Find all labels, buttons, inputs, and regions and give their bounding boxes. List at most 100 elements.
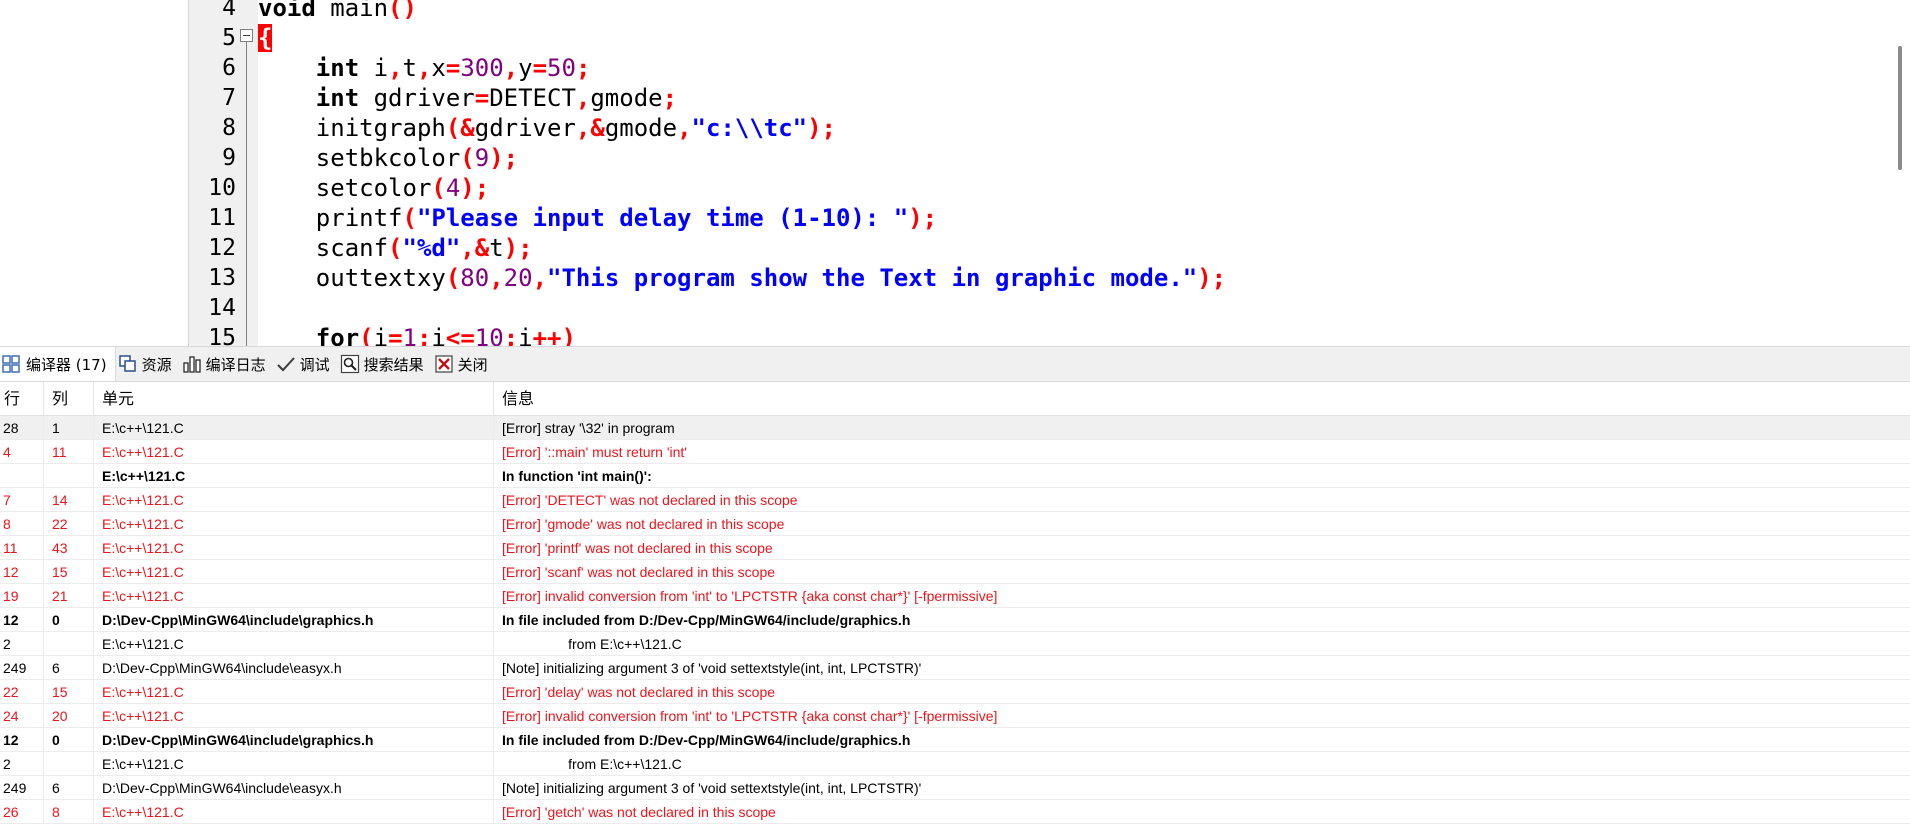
table-row[interactable]: 4 11 E:\c++\121.C [Error] '::main' must … <box>0 440 1910 464</box>
bottom-panel-tabs: 编译器 (17) 资源 编译日志 调试 搜索结果 关闭 <box>0 346 1910 382</box>
row-col: 0 <box>44 608 94 631</box>
code-line: setbkcolor(9); <box>315 144 519 172</box>
row-line: 28 <box>0 416 44 439</box>
code-line: void main() <box>258 0 417 22</box>
row-message: In file included from D:/Dev-Cpp/MinGW64… <box>502 612 911 628</box>
scrollbar-thumb[interactable] <box>1898 46 1902 170</box>
row-message: [Error] invalid conversion from 'int' to… <box>502 708 998 724</box>
row-unit: E:\c++\121.C <box>94 416 494 439</box>
close-icon <box>434 354 454 374</box>
row-unit: E:\c++\121.C <box>94 584 494 607</box>
row-unit: E:\c++\121.C <box>94 632 494 655</box>
editor-vertical-scrollbar[interactable] <box>1888 0 1910 346</box>
table-row[interactable]: 22 15 E:\c++\121.C [Error] 'delay' was n… <box>0 680 1910 704</box>
row-message: [Error] stray '\32' in program <box>502 420 675 436</box>
table-header: 行 列 单元 信息 <box>0 382 1910 416</box>
row-unit: D:\Dev-Cpp\MinGW64\include\graphics.h <box>94 608 494 631</box>
line-number: 5 <box>222 25 236 51</box>
row-line: 12 <box>0 608 44 631</box>
row-unit: E:\c++\121.C <box>94 440 494 463</box>
row-col: 15 <box>44 560 94 583</box>
row-line: 249 <box>0 776 44 799</box>
table-row[interactable]: 28 1 E:\c++\121.C [Error] stray '\32' in… <box>0 416 1910 440</box>
table-row[interactable]: 24 20 E:\c++\121.C [Error] invalid conve… <box>0 704 1910 728</box>
row-unit: E:\c++\121.C <box>94 680 494 703</box>
line-number: 15 <box>208 325 236 346</box>
code-text-area[interactable]: void main() { int i,t,x=300,y=50; int gd… <box>258 0 1888 346</box>
row-line: 249 <box>0 656 44 679</box>
row-col <box>44 632 94 655</box>
code-line: initgraph(&gdriver,&gmode,"c:\\tc"); <box>315 114 837 142</box>
row-message: [Note] initializing argument 3 of 'void … <box>502 780 922 796</box>
table-row[interactable]: 2 E:\c++\121.C from E:\c++\121.C <box>0 752 1910 776</box>
code-line: for(i=1;i<=10;i++) <box>315 324 576 346</box>
bar-chart-icon <box>182 354 202 374</box>
table-row[interactable]: 12 15 E:\c++\121.C [Error] 'scanf' was n… <box>0 560 1910 584</box>
row-col: 11 <box>44 440 94 463</box>
compiler-messages-table: 行 列 单元 信息 28 1 E:\c++\121.C [Error] stra… <box>0 382 1910 824</box>
column-header-line[interactable]: 行 <box>0 382 44 416</box>
line-number: 10 <box>208 175 236 201</box>
tab-resources[interactable]: 资源 <box>116 347 180 381</box>
line-number: 14 <box>208 295 236 321</box>
code-line: int i,t,x=300,y=50; <box>315 54 591 82</box>
table-row[interactable]: 26 8 E:\c++\121.C [Error] 'getch' was no… <box>0 800 1910 824</box>
search-icon <box>340 354 360 374</box>
row-message: [Error] 'DETECT' was not declared in thi… <box>502 492 798 508</box>
row-message: [Error] '::main' must return 'int' <box>502 444 687 460</box>
table-row[interactable]: 12 0 D:\Dev-Cpp\MinGW64\include\graphics… <box>0 728 1910 752</box>
table-row[interactable]: 11 43 E:\c++\121.C [Error] 'printf' was … <box>0 536 1910 560</box>
row-line: 2 <box>0 752 44 775</box>
tab-compile-log[interactable]: 编译日志 <box>180 347 274 381</box>
line-number: 13 <box>208 265 236 291</box>
row-line: 4 <box>0 440 44 463</box>
tab-search-results[interactable]: 搜索结果 <box>338 347 432 381</box>
fold-guide-line <box>246 42 247 346</box>
row-line: 24 <box>0 704 44 727</box>
matched-brace: { <box>258 24 273 52</box>
tab-label: 关闭 <box>457 355 488 374</box>
row-col: 20 <box>44 704 94 727</box>
table-row[interactable]: 249 6 D:\Dev-Cpp\MinGW64\include\easyx.h… <box>0 656 1910 680</box>
row-unit: E:\c++\121.C <box>94 752 494 775</box>
column-header-unit[interactable]: 单元 <box>94 382 494 416</box>
code-line: outtextxy(80,20,"This program show the T… <box>315 264 1227 292</box>
tab-label: 调试 <box>299 355 330 374</box>
table-row[interactable]: 8 22 E:\c++\121.C [Error] 'gmode' was no… <box>0 512 1910 536</box>
table-row[interactable]: 19 21 E:\c++\121.C [Error] invalid conve… <box>0 584 1910 608</box>
tab-debug[interactable]: 调试 <box>274 347 338 381</box>
editor-left-margin <box>0 0 188 346</box>
row-line: 2 <box>0 632 44 655</box>
row-col: 0 <box>44 728 94 751</box>
tab-compiler[interactable]: 编译器 (17) <box>0 347 116 381</box>
table-row[interactable]: 7 14 E:\c++\121.C [Error] 'DETECT' was n… <box>0 488 1910 512</box>
row-message: [Error] 'delay' was not declared in this… <box>502 684 776 700</box>
fold-collapse-icon[interactable] <box>240 29 253 42</box>
row-col <box>44 752 94 775</box>
row-unit: E:\c++\121.C <box>94 488 494 511</box>
code-editor[interactable]: 4 5 6 7 8 9 10 11 12 13 14 15 void main(… <box>0 0 1910 346</box>
row-col: 15 <box>44 680 94 703</box>
row-message: In function 'int main()': <box>502 468 652 484</box>
line-number: 8 <box>222 115 236 141</box>
code-line: { <box>258 23 1888 53</box>
row-unit: E:\c++\121.C <box>94 536 494 559</box>
row-line: 12 <box>0 560 44 583</box>
row-col <box>44 464 94 487</box>
table-row[interactable]: 249 6 D:\Dev-Cpp\MinGW64\include\easyx.h… <box>0 776 1910 800</box>
row-line: 12 <box>0 728 44 751</box>
code-line: int gdriver=DETECT,gmode; <box>315 84 678 112</box>
table-row[interactable]: 2 E:\c++\121.C from E:\c++\121.C <box>0 632 1910 656</box>
tab-close[interactable]: 关闭 <box>432 347 496 381</box>
table-row[interactable]: 12 0 D:\Dev-Cpp\MinGW64\include\graphics… <box>0 608 1910 632</box>
row-unit: E:\c++\121.C <box>94 704 494 727</box>
line-number: 7 <box>222 85 236 111</box>
column-header-col[interactable]: 列 <box>44 382 94 416</box>
row-message: from E:\c++\121.C <box>502 756 682 772</box>
column-header-message[interactable]: 信息 <box>494 382 1910 416</box>
row-unit: E:\c++\121.C <box>94 512 494 535</box>
row-line: 7 <box>0 488 44 511</box>
table-row[interactable]: E:\c++\121.C In function 'int main()': <box>0 464 1910 488</box>
row-col: 1 <box>44 416 94 439</box>
